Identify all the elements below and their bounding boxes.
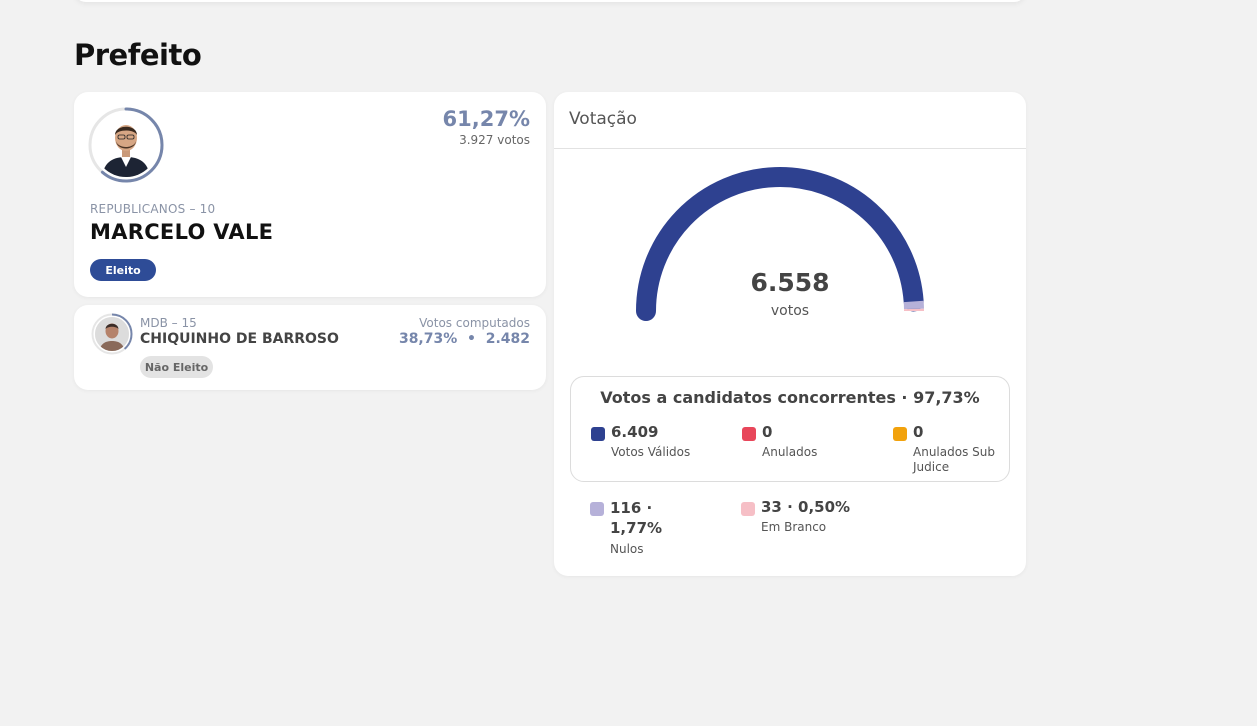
legend-swatch bbox=[590, 502, 604, 516]
votacao-card: Votação 6.558 votos Votos a candidatos c… bbox=[554, 92, 1026, 576]
candidate-card-runner-up: MDB – 15 CHIQUINHO DE BARROSO Votos comp… bbox=[74, 305, 546, 390]
legend-swatch bbox=[591, 427, 605, 441]
legend-value: 6.409 bbox=[611, 423, 659, 441]
computed-votes-value: 38,73% • 2.482 bbox=[398, 331, 530, 347]
gauge-total: 6.558 bbox=[750, 268, 830, 297]
legend-label: Nulos bbox=[610, 542, 644, 556]
candidate-card-winner: 61,27% 3.927 votos REPUBLICANOS – 10 MAR… bbox=[74, 92, 546, 297]
page-title: Prefeito bbox=[74, 38, 202, 72]
legend-label: Em Branco bbox=[761, 520, 827, 534]
divider bbox=[554, 148, 1026, 149]
legend-swatch bbox=[893, 427, 907, 441]
legend-label: Anulados Sub Judice bbox=[913, 445, 995, 474]
legend-value: 116 · 1,77% bbox=[610, 499, 663, 537]
computed-votes-label: Votos computados bbox=[419, 316, 530, 330]
gauge-unit: votos bbox=[770, 303, 810, 319]
legend-swatch bbox=[742, 427, 756, 441]
legend-swatch bbox=[741, 502, 755, 516]
legend-value: 33 · 0,50% bbox=[761, 498, 851, 516]
concorrentes-box: Votos a candidatos concorrentes · 97,73%… bbox=[570, 376, 1010, 482]
concorrentes-title: Votos a candidatos concorrentes · 97,73% bbox=[600, 388, 980, 407]
legend-label: Anulados bbox=[762, 445, 818, 459]
previous-card-edge bbox=[74, 0, 1026, 2]
votacao-title: Votação bbox=[569, 109, 637, 129]
winner-percent: 61,27% bbox=[442, 107, 530, 131]
votes-gauge bbox=[636, 166, 924, 321]
status-badge-elected: Eleito bbox=[90, 259, 156, 281]
runner-up-party: MDB – 15 bbox=[140, 316, 197, 330]
status-badge-not-elected: Não Eleito bbox=[140, 356, 213, 378]
winner-party: REPUBLICANOS – 10 bbox=[90, 202, 216, 216]
winner-name: MARCELO VALE bbox=[90, 220, 274, 244]
candidate-photo bbox=[94, 113, 158, 177]
winner-votes: 3.927 votos bbox=[459, 133, 530, 147]
candidate-photo bbox=[95, 317, 129, 351]
legend-label: Votos Válidos bbox=[611, 445, 691, 459]
legend-value: 0 bbox=[913, 423, 924, 441]
runner-up-name: CHIQUINHO DE BARROSO bbox=[140, 331, 339, 347]
legend-value: 0 bbox=[762, 423, 773, 441]
